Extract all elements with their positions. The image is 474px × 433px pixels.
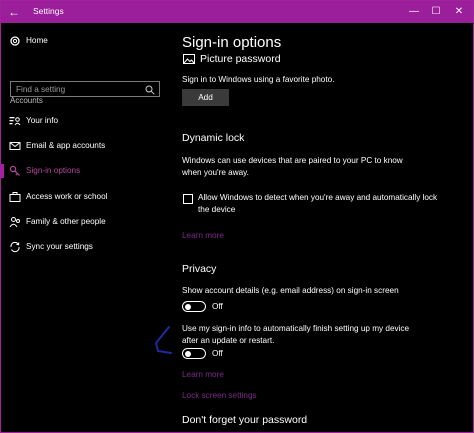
sidebar-item-label: Access work or school <box>26 192 108 201</box>
close-icon[interactable]: ✕ <box>447 3 471 21</box>
allow-detect-label[interactable]: Allow Windows to detect when you're away… <box>198 192 438 215</box>
title-bar: ← Settings — ☐ ✕ <box>1 1 473 23</box>
learn-more-link[interactable]: Learn more <box>182 231 224 240</box>
toggle-state: Off <box>212 349 223 358</box>
main-content: Sign-in options Picture password Sign in… <box>173 23 473 432</box>
add-button[interactable]: Add <box>182 89 229 106</box>
people-icon <box>9 217 20 228</box>
sidebar: Home Find a setting Accounts Your info E… <box>1 23 169 432</box>
gear-icon <box>10 36 20 46</box>
account-details-toggle[interactable] <box>182 301 206 312</box>
maximize-icon[interactable]: ☐ <box>424 3 448 21</box>
privacy-heading: Privacy <box>182 263 217 275</box>
section-header: Accounts <box>10 96 43 105</box>
lock-screen-settings-link[interactable]: Lock screen settings <box>182 391 257 400</box>
account-details-label: Show account details (e.g. email address… <box>182 286 399 295</box>
sign-in-info-label: Use my sign-in info to automatically fin… <box>182 324 410 345</box>
toggle-state: Off <box>212 302 223 311</box>
minimize-icon[interactable]: — <box>402 3 426 21</box>
sidebar-item-email[interactable]: Email & app accounts <box>1 136 169 158</box>
key-icon <box>9 165 20 176</box>
home-nav[interactable]: Home <box>1 31 169 53</box>
search-placeholder: Find a setting <box>16 85 66 94</box>
sidebar-item-your-info[interactable]: Your info <box>1 111 169 133</box>
sidebar-item-sign-in-options[interactable]: Sign-in options <box>1 161 169 183</box>
window-title: Settings <box>33 6 64 16</box>
sidebar-item-family[interactable]: Family & other people <box>1 212 169 234</box>
sign-in-info-toggle[interactable] <box>182 348 206 359</box>
search-icon <box>145 85 155 95</box>
active-indicator <box>1 164 4 178</box>
allow-detect-checkbox[interactable] <box>183 194 193 204</box>
sidebar-item-label: Your info <box>26 116 59 125</box>
sidebar-item-label: Sync your settings <box>26 242 93 251</box>
picture-icon <box>183 54 195 64</box>
sidebar-item-label: Family & other people <box>26 217 106 226</box>
dynamic-lock-description: Windows can use devices that are paired … <box>182 156 403 177</box>
page-title: Sign-in options <box>182 34 282 51</box>
annotation-arrow-icon <box>155 326 172 354</box>
sidebar-item-label: Email & app accounts <box>26 141 106 150</box>
sidebar-item-sync[interactable]: Sync your settings <box>1 237 169 259</box>
picture-password-heading: Picture password <box>200 53 281 65</box>
briefcase-icon <box>9 192 21 202</box>
dynamic-lock-heading: Dynamic lock <box>182 132 245 144</box>
learn-more-link[interactable]: Learn more <box>182 370 224 379</box>
back-arrow-icon[interactable]: ← <box>5 3 23 21</box>
search-input[interactable]: Find a setting <box>10 81 160 97</box>
sidebar-item-label: Sign-in options <box>26 166 81 175</box>
settings-window: ← Settings — ☐ ✕ Home Find a setting Acc… <box>0 0 474 433</box>
forgot-password-heading: Don't forget your password <box>182 414 308 426</box>
envelope-icon <box>9 142 21 150</box>
picture-password-description: Sign in to Windows using a favorite phot… <box>182 75 335 84</box>
home-label: Home <box>26 36 48 45</box>
sync-icon <box>10 241 20 253</box>
person-card-icon <box>9 117 21 126</box>
sidebar-item-work-school[interactable]: Access work or school <box>1 187 169 209</box>
